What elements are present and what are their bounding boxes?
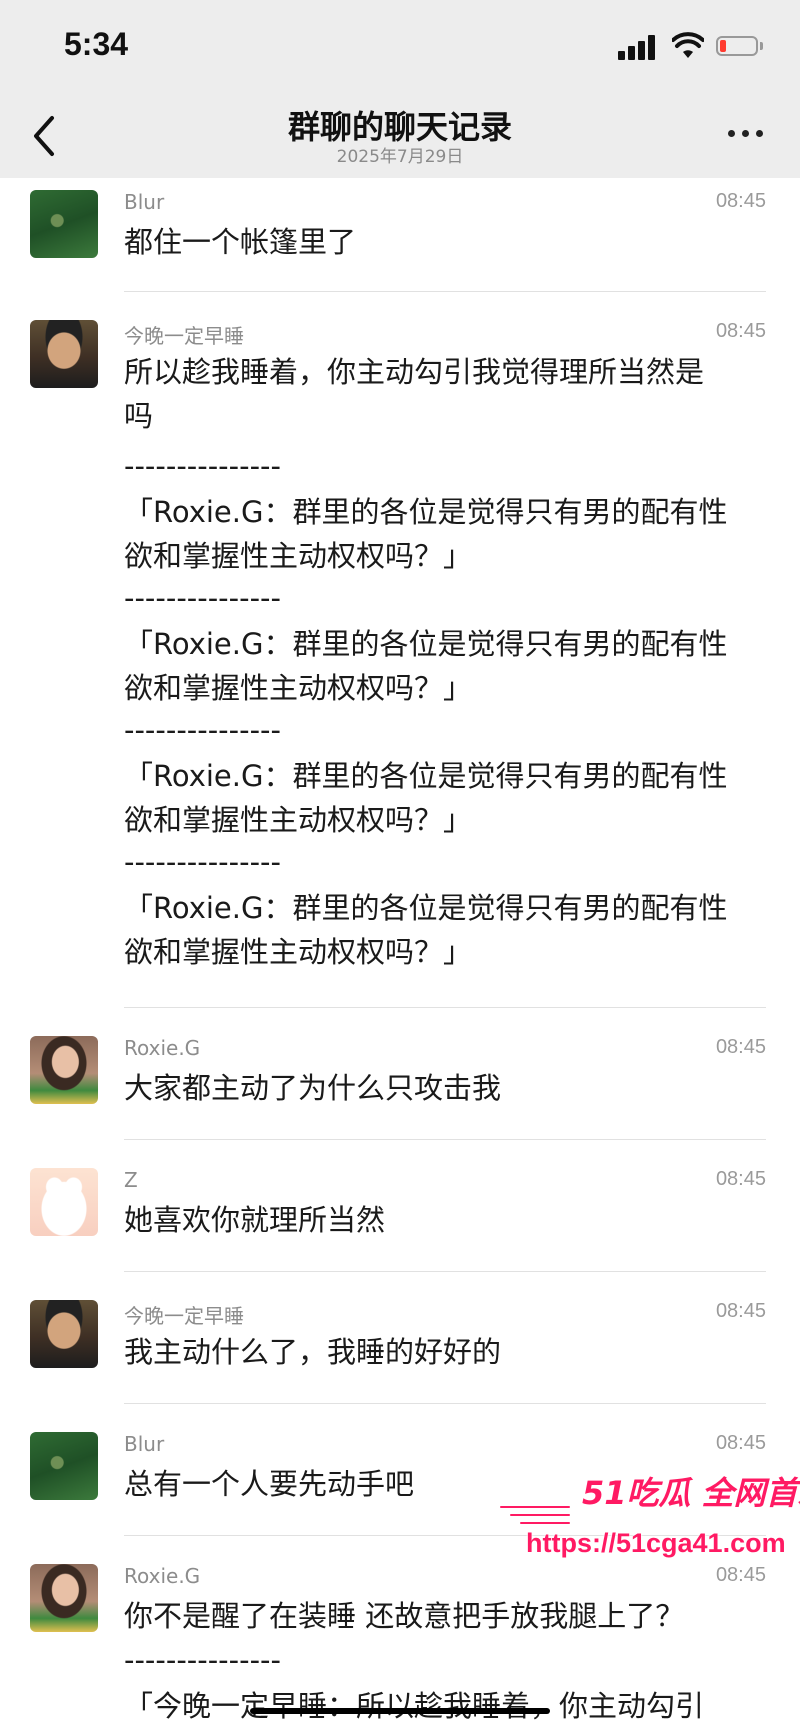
message-time: 08:45 — [715, 320, 766, 342]
redaction-mark — [250, 1708, 550, 1714]
chat-message: Roxie.G 08:45 大家都主动了为什么只攻击我 — [0, 1036, 800, 1136]
sender-name: 今晚一定早睡 — [124, 324, 244, 348]
sender-name: 今晚一定早睡 — [124, 1304, 244, 1328]
message-time: 08:45 — [715, 190, 766, 212]
watermark-brand: 51吃瓜 全网首发 — [582, 1474, 800, 1512]
message-text: 吗 — [124, 399, 154, 433]
chat-message: Z 08:45 她喜欢你就理所当然 — [0, 1168, 800, 1268]
quote-divider: --------------- — [124, 713, 281, 747]
quote-divider: --------------- — [124, 845, 281, 879]
cellular-signal-icon — [618, 34, 662, 60]
divider — [124, 1271, 766, 1272]
quoted-text: 「Roxie.G：群里的各位是觉得只有男的配有性 — [124, 627, 728, 661]
message-text: 所以趁我睡着，你主动勾引我觉得理所当然是 — [124, 355, 705, 389]
sender-name: Roxie.G — [124, 1036, 201, 1060]
sender-name: Blur — [124, 190, 165, 214]
status-time: 5:34 — [64, 26, 129, 62]
avatar[interactable] — [30, 1564, 98, 1632]
message-text: 你不是醒了在装睡 还故意把手放我腿上了？ — [124, 1599, 685, 1633]
quoted-text: 「Roxie.G：群里的各位是觉得只有男的配有性 — [124, 495, 728, 529]
avatar[interactable] — [30, 1432, 98, 1500]
divider — [124, 1403, 766, 1404]
quote-divider: --------------- — [124, 1643, 281, 1677]
quoted-text: 欲和掌握性主动权权吗？」 — [124, 803, 473, 837]
watermark-url: https://51cga41.com — [526, 1528, 786, 1558]
message-time: 08:45 — [715, 1168, 766, 1190]
quoted-text: 「Roxie.G：群里的各位是觉得只有男的配有性 — [124, 759, 728, 793]
status-icons — [618, 32, 768, 62]
more-options-button[interactable] — [726, 118, 766, 148]
watermark: 51吃瓜 全网首发 https://51cga41.com — [500, 1468, 800, 1578]
sender-name: Roxie.G — [124, 1564, 201, 1588]
quote-divider: --------------- — [124, 581, 281, 615]
message-time: 08:45 — [715, 1036, 766, 1058]
avatar[interactable] — [30, 1300, 98, 1368]
message-text: 她喜欢你就理所当然 — [124, 1203, 386, 1237]
chat-message: Blur 08:45 都住一个帐篷里了 — [0, 190, 800, 290]
avatar[interactable] — [30, 1036, 98, 1104]
chat-message: 今晚一定早睡 08:45 我主动什么了，我睡的好好的 — [0, 1300, 800, 1400]
message-text: 大家都主动了为什么只攻击我 — [124, 1071, 502, 1105]
message-text: 都住一个帐篷里了 — [124, 225, 357, 259]
divider — [124, 1139, 766, 1140]
quoted-text: 欲和掌握性主动权权吗？」 — [124, 539, 473, 573]
quote-divider: --------------- — [124, 449, 281, 483]
page-date: 2025年7月29日 — [336, 147, 464, 167]
quoted-text: 欲和掌握性主动权权吗？」 — [124, 671, 473, 705]
quoted-text: 「Roxie.G：群里的各位是觉得只有男的配有性 — [124, 891, 728, 925]
sender-name: Blur — [124, 1432, 165, 1456]
quoted-text: 「今晚一定早睡：所以趁我睡着，你主动勾引 — [124, 1689, 705, 1723]
battery-low-icon — [716, 36, 758, 56]
divider — [124, 291, 766, 292]
quoted-text: 欲和掌握性主动权权吗？」 — [124, 935, 473, 969]
top-bar: 5:34 群聊的聊天记录 2025年7月29日 — [0, 0, 800, 178]
sender-name: Z — [124, 1168, 138, 1192]
chat-message: 今晚一定早睡 08:45 所以趁我睡着，你主动勾引我觉得理所当然是 吗 ----… — [0, 320, 800, 1000]
wifi-icon — [672, 32, 704, 58]
message-time: 08:45 — [715, 1432, 766, 1454]
avatar[interactable] — [30, 190, 98, 258]
avatar[interactable] — [30, 1168, 98, 1236]
divider — [124, 1007, 766, 1008]
message-text: 我主动什么了，我睡的好好的 — [124, 1335, 502, 1369]
message-time: 08:45 — [715, 1300, 766, 1322]
avatar[interactable] — [30, 320, 98, 388]
